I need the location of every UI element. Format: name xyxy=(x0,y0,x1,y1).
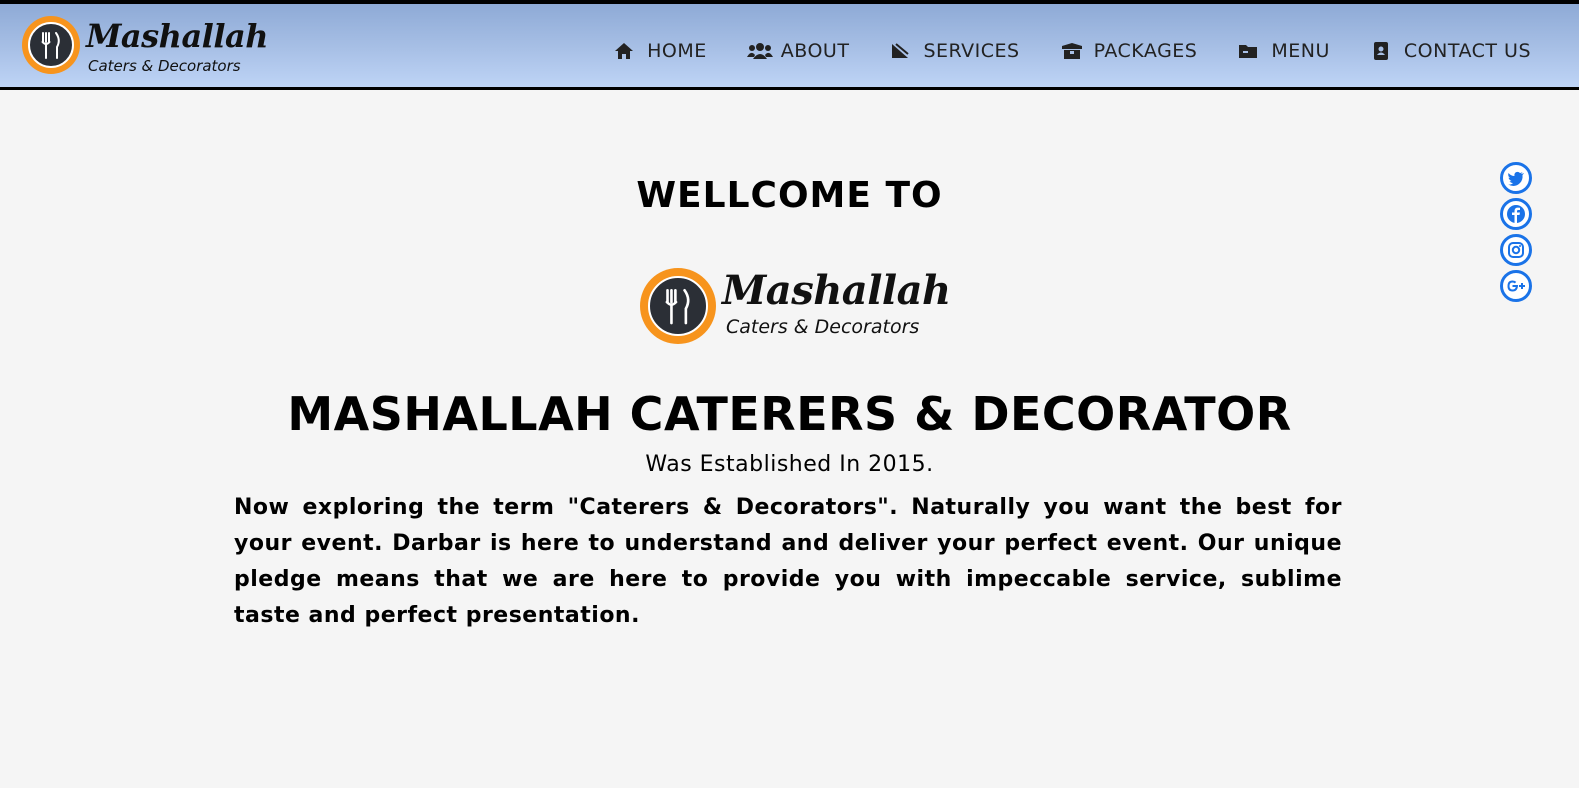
cutlery-icon xyxy=(41,32,60,59)
contact-icon xyxy=(1370,40,1392,62)
intro-paragraph: Now exploring the term "Caterers & Decor… xyxy=(234,495,1342,628)
brand-logo-link[interactable]: Mashallah Caters & Decorators xyxy=(22,16,268,80)
nav-packages-label: PACKAGES xyxy=(1093,40,1198,62)
instagram-button[interactable] xyxy=(1500,234,1532,266)
nav-contact[interactable]: CONTACT US xyxy=(1370,34,1531,68)
google-plus-icon xyxy=(1507,280,1525,292)
home-icon xyxy=(613,40,635,62)
google-plus-button[interactable] xyxy=(1500,270,1532,302)
nav-home-label: HOME xyxy=(647,40,707,62)
brand-tagline: Caters & Decorators xyxy=(88,57,241,75)
top-navbar: Mashallah Caters & Decorators HOME ABOUT… xyxy=(0,0,1579,90)
nav-services[interactable]: SERVICES xyxy=(889,34,1019,68)
nav-menu-label: MENU xyxy=(1271,40,1330,62)
logo-badge xyxy=(22,16,80,74)
folder-icon xyxy=(1237,40,1259,62)
box-icon xyxy=(1060,40,1082,62)
logo-badge xyxy=(640,268,716,344)
nav-packages[interactable]: PACKAGES xyxy=(1060,34,1198,68)
nav-home[interactable]: HOME xyxy=(613,34,707,68)
nav-about[interactable]: ABOUT xyxy=(746,34,850,68)
services-icon xyxy=(889,40,911,62)
nav-services-label: SERVICES xyxy=(923,40,1020,62)
nav-contact-label: CONTACT US xyxy=(1403,40,1531,62)
brand-name: Mashallah xyxy=(86,17,268,55)
center-logo: Mashallah Caters & Decorators xyxy=(640,268,951,348)
main-nav: HOME ABOUT SERVICES PACKAGES MENU CONTAC… xyxy=(573,34,1531,68)
users-icon xyxy=(746,40,773,62)
welcome-heading: WELLCOME TO xyxy=(636,175,943,216)
established-text: Was Established In 2015. xyxy=(645,452,934,477)
logo-name: Mashallah xyxy=(722,267,951,314)
company-title: MASHALLAH CATERERS & DECORATOR xyxy=(287,387,1292,441)
instagram-icon xyxy=(1508,242,1524,258)
cutlery-icon xyxy=(665,288,690,325)
nav-menu[interactable]: MENU xyxy=(1237,34,1330,68)
nav-about-label: ABOUT xyxy=(780,40,850,62)
logo-tagline: Caters & Decorators xyxy=(726,316,920,338)
